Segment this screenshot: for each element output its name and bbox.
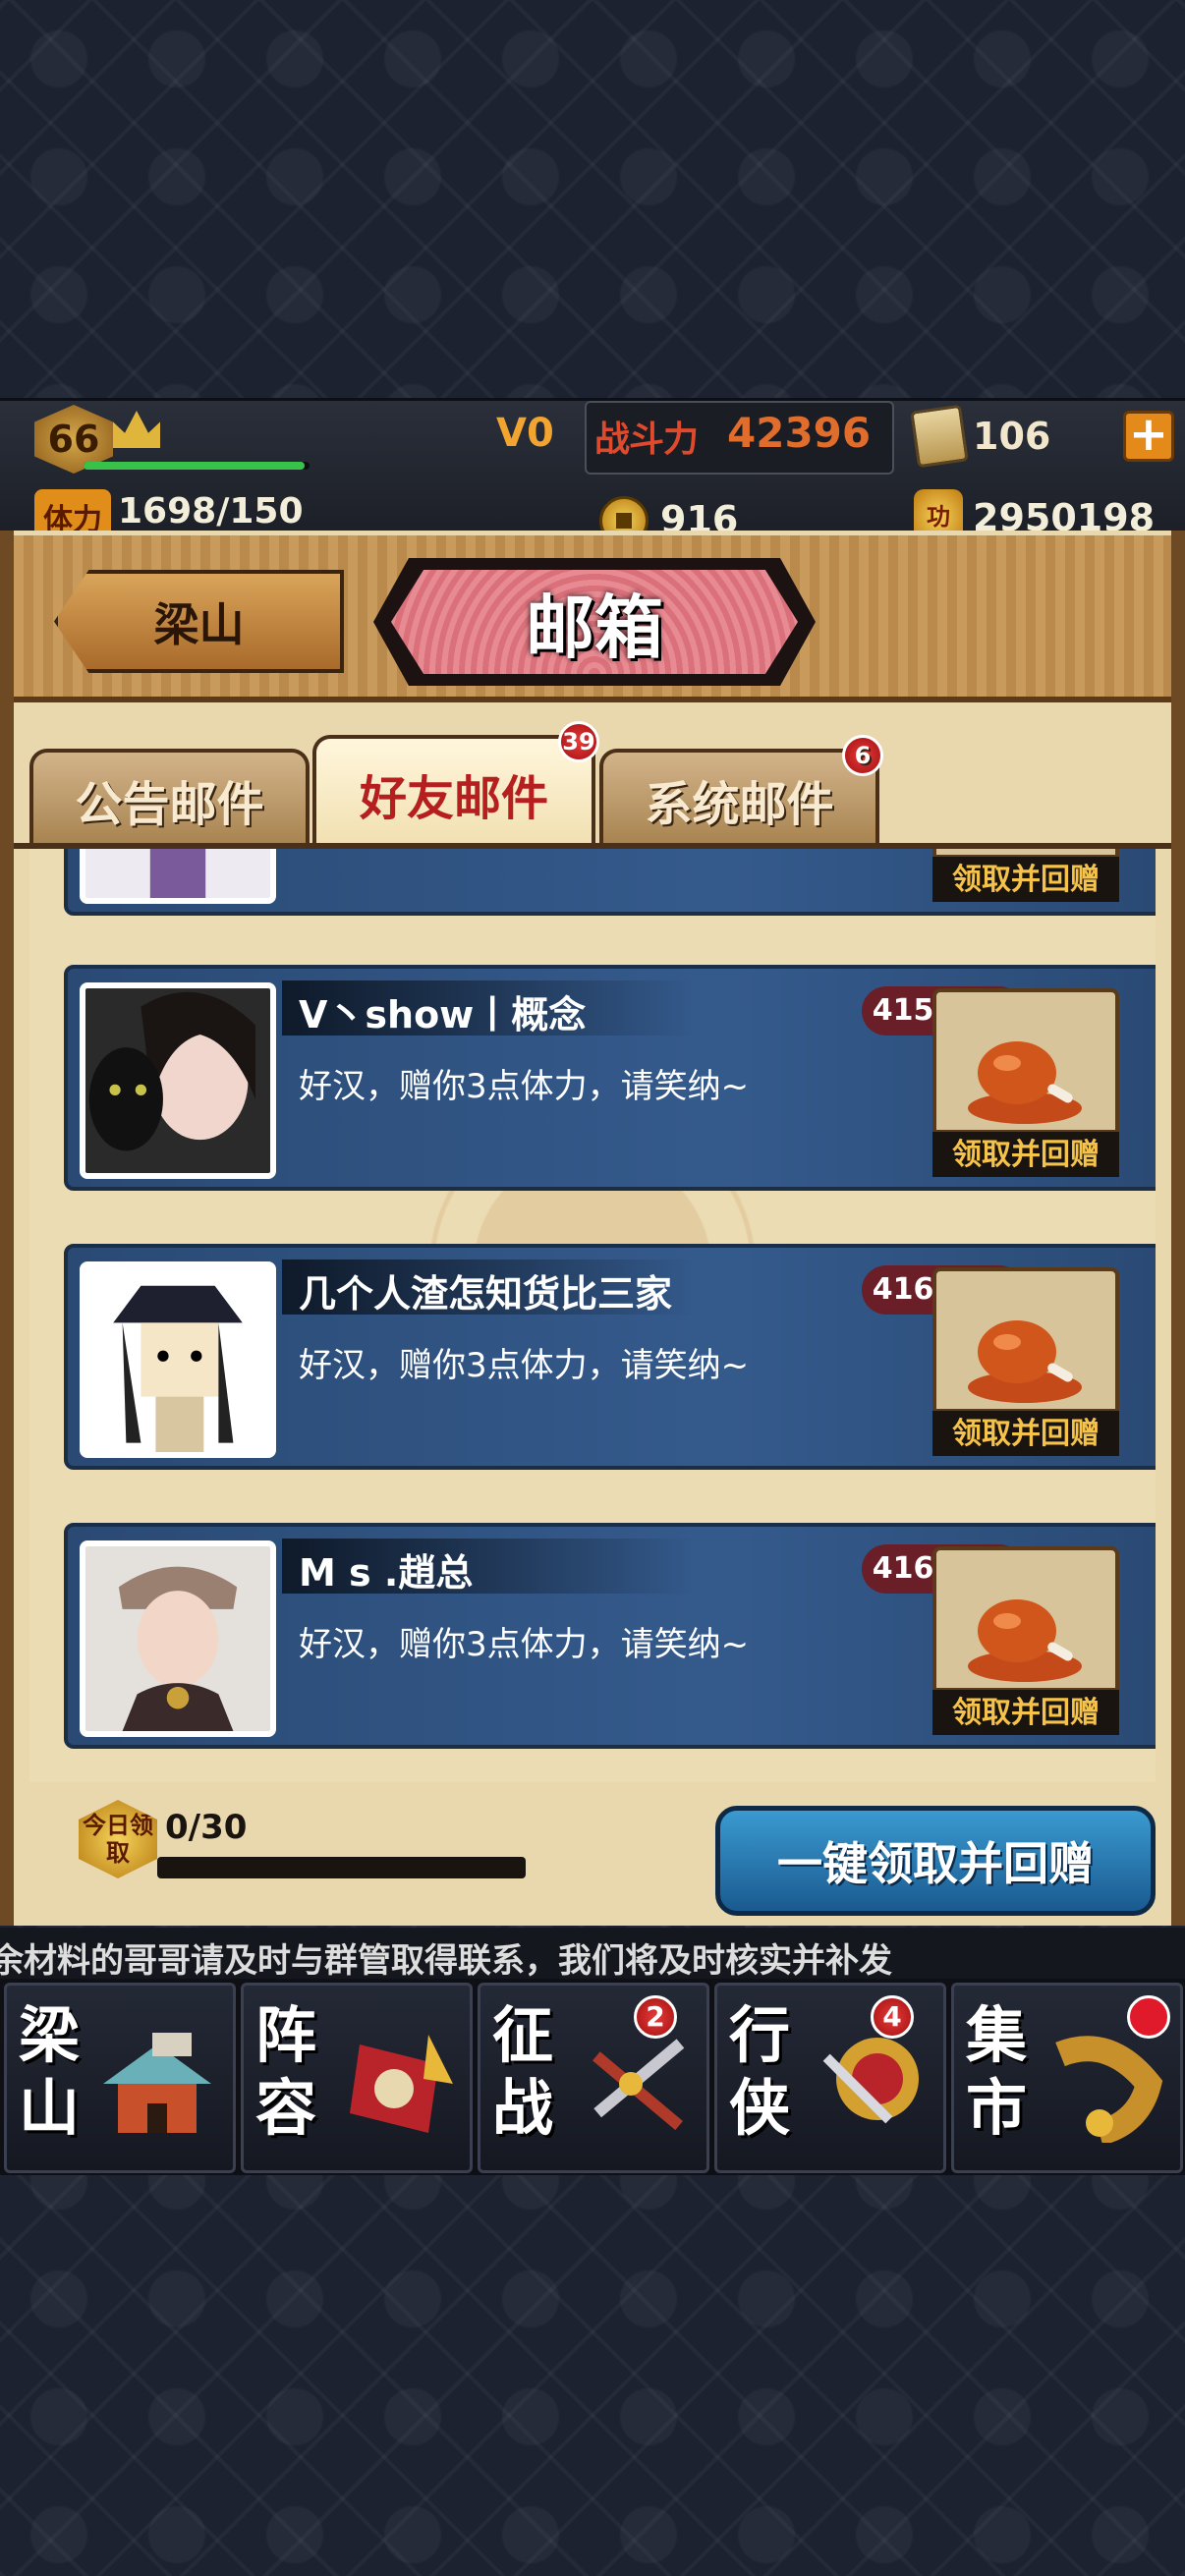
page-title: 邮箱	[391, 570, 798, 674]
meat-icon	[968, 1041, 1082, 1124]
claim-and-return-button[interactable]: 领取并回赠	[932, 855, 1119, 902]
notice-text: 余材料的哥哥请及时与群管取得联系，我们将及时核实并补发	[0, 1941, 892, 1979]
nav-label: 集市	[966, 1999, 1028, 2144]
exp-fill	[84, 462, 306, 470]
claim-all-button[interactable]: 一键领取并回赠	[715, 1806, 1156, 1916]
add-currency-button[interactable]: +	[1123, 411, 1174, 462]
power-label: 战斗力	[594, 420, 699, 460]
gift-box: 领取并回赠	[932, 988, 1119, 1177]
gift-box: 领取并回赠	[932, 1546, 1119, 1735]
mail-item[interactable]: 几个人渣怎知货比三家 好汉，赠你3点体力，请笑纳~ 4162天前 领取并回赠	[64, 1244, 1156, 1470]
tab-friend[interactable]: 好友邮件 39	[312, 721, 599, 848]
meat-icon	[968, 1320, 1082, 1403]
mail-list[interactable]: 领取并回赠 V丶show丨概念 好汉，赠你3点体力，请笑纳~ 4159天前 领取…	[29, 849, 1156, 1782]
daily-claim-count: 0/30	[165, 1808, 248, 1847]
nav-campaign[interactable]: 征战 2	[478, 1983, 709, 2173]
coin-string-icon	[1055, 2036, 1163, 2143]
scroll-value: 106	[973, 415, 1051, 458]
nav-label: 行侠	[729, 1999, 791, 2144]
tab-announcement[interactable]: 公告邮件	[29, 749, 310, 847]
avatar	[80, 1540, 276, 1737]
avatar	[80, 982, 276, 1179]
stamina-value: 1698/150	[118, 491, 304, 532]
daily-claim-bar	[157, 1857, 526, 1878]
nav-market[interactable]: 集市	[951, 1983, 1183, 2173]
power-value: 42396	[727, 409, 872, 457]
sender-name: 几个人渣怎知货比三家	[299, 1272, 673, 1316]
vip-level[interactable]: V0	[496, 411, 554, 456]
tab-system[interactable]: 系统邮件 6	[599, 735, 883, 847]
nav-label: 阵容	[255, 1999, 317, 2144]
mail-item[interactable]: 领取并回赠	[64, 849, 1156, 916]
nav-badge: 4	[871, 1995, 914, 2039]
mail-item[interactable]: V丶show丨概念 好汉，赠你3点体力，请笑纳~ 4159天前 领取并回赠	[64, 965, 1156, 1191]
tab-badge: 39	[558, 721, 599, 762]
meat-icon	[968, 1599, 1082, 1682]
mail-message: 好汉，赠你3点体力，请笑纳~	[299, 1067, 750, 1106]
claim-and-return-button[interactable]: 领取并回赠	[932, 1409, 1119, 1456]
tab-label: 好友邮件	[359, 770, 548, 826]
fortress-icon	[103, 2033, 211, 2133]
banner-icon	[350, 2035, 453, 2133]
meat-icon	[966, 849, 1084, 850]
mail-message: 好汉，赠你3点体力，请笑纳~	[299, 1346, 750, 1385]
crossed-swords-icon	[592, 2039, 685, 2131]
avatar	[80, 849, 276, 904]
claim-and-return-button[interactable]: 领取并回赠	[932, 1688, 1119, 1735]
tab-label: 系统邮件	[645, 777, 834, 832]
gift-box: 领取并回赠	[932, 849, 1119, 902]
scroll-icon	[910, 404, 969, 469]
notice-bar: 余材料的哥哥请及时与群管取得联系，我们将及时核实并补发	[0, 1928, 1185, 1979]
mail-item[interactable]: M s .趙总 好汉，赠你3点体力，请笑纳~ 4162天前 领取并回赠	[64, 1523, 1156, 1749]
nav-badge: 2	[634, 1995, 677, 2039]
avatar	[80, 1261, 276, 1458]
nav-lineup[interactable]: 阵容	[241, 1983, 473, 2173]
gift-box: 领取并回赠	[932, 1267, 1119, 1456]
back-button[interactable]: 梁山	[54, 570, 344, 673]
shield-sword-icon	[822, 2038, 919, 2124]
nav-liangshan[interactable]: 梁山	[4, 1983, 236, 2173]
sender-name: M s .趙总	[299, 1551, 474, 1595]
mail-message: 好汉，赠你3点体力，请笑纳~	[299, 1625, 750, 1664]
claim-and-return-button[interactable]: 领取并回赠	[932, 1130, 1119, 1177]
nav-notification-dot	[1127, 1995, 1170, 2039]
tab-badge: 6	[842, 735, 883, 776]
sender-name: V丶show丨概念	[299, 993, 587, 1036]
tab-label: 公告邮件	[75, 777, 264, 832]
nav-chivalry[interactable]: 行侠 4	[714, 1983, 946, 2173]
exp-bar	[84, 462, 310, 470]
nav-label: 梁山	[19, 1999, 81, 2144]
nav-label: 征战	[492, 1999, 554, 2144]
